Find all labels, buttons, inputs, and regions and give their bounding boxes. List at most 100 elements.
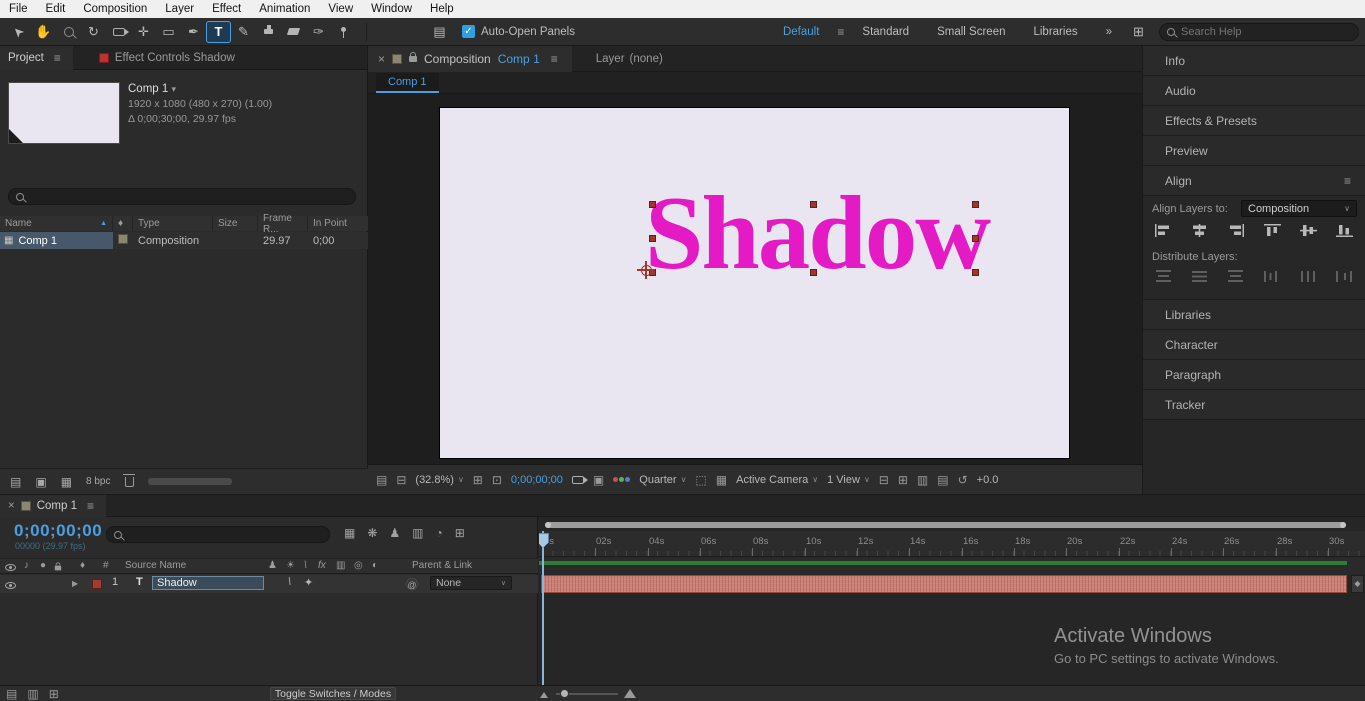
menu-animation[interactable]: Animation — [250, 3, 319, 15]
selection-tool[interactable]: ➤ — [6, 21, 31, 43]
timeline-button-icon[interactable]: ▥ — [917, 473, 928, 487]
timeline-panel-menu-icon[interactable]: ≡ — [83, 499, 98, 513]
column-frame-rate[interactable]: Frame R... — [258, 213, 308, 235]
adjustment-switch-icon[interactable]: ◐ — [372, 560, 378, 571]
layer-quality-icon[interactable]: \ — [288, 576, 291, 588]
comp-name-header[interactable]: Comp 1 ▾ — [128, 82, 272, 97]
draft-3d-icon[interactable]: ❋ — [367, 526, 377, 540]
delete-icon[interactable] — [123, 473, 135, 487]
motion-blur-switch-icon[interactable]: ◎ — [354, 560, 363, 571]
always-preview-icon[interactable]: ▤ — [376, 473, 387, 487]
tab-effect-controls[interactable]: Effect Controls Shadow — [91, 46, 243, 70]
quality-switch-icon[interactable]: \ — [304, 560, 307, 571]
comp-marker-bin[interactable]: ◆ — [1351, 575, 1364, 593]
primary-viewer-icon[interactable]: ⊟ — [396, 473, 406, 487]
region-of-interest-icon[interactable]: ⬚ — [695, 473, 706, 487]
align-panel-menu-icon[interactable]: ≡ — [1340, 174, 1355, 188]
layer-expander-icon[interactable]: ▶ — [72, 579, 78, 588]
workspace-default[interactable]: Default — [769, 26, 833, 38]
project-horizontal-scrollbar[interactable] — [147, 478, 232, 485]
mask-visibility-icon[interactable]: ⊡ — [492, 473, 502, 487]
layer-collapse-icon[interactable]: ✦ — [304, 576, 313, 589]
magnification-dropdown[interactable]: (32.8%) ∨ — [415, 474, 463, 486]
audio-column-icon[interactable]: ♪ — [24, 560, 29, 571]
close-tab-icon[interactable]: × — [8, 500, 15, 512]
subtab-comp1[interactable]: Comp 1 — [376, 73, 439, 93]
flowchart-icon[interactable]: ▤ — [937, 473, 948, 487]
workspace-overflow-icon[interactable]: » — [1092, 26, 1126, 38]
column-name[interactable]: Name ▲ — [0, 216, 113, 231]
snapshot-icon[interactable] — [571, 475, 588, 484]
column-label-color[interactable]: ♦ — [113, 216, 133, 231]
panel-align[interactable]: Align ≡ — [1143, 166, 1365, 196]
panel-preview[interactable]: Preview — [1143, 136, 1365, 166]
video-column-icon[interactable] — [5, 563, 16, 574]
align-left-icon[interactable] — [1155, 224, 1172, 237]
composition-canvas[interactable]: Shadow — [440, 108, 1069, 458]
handle-bottom-center[interactable] — [810, 269, 817, 276]
transparency-grid-icon[interactable]: ▦ — [716, 473, 727, 487]
panel-character[interactable]: Character — [1143, 330, 1365, 360]
handle-top-right[interactable] — [972, 201, 979, 208]
menu-composition[interactable]: Composition — [74, 3, 156, 15]
layer-name-box[interactable]: Shadow — [152, 576, 264, 590]
puppet-pin-tool[interactable] — [331, 21, 356, 43]
type-tool[interactable]: T — [206, 20, 231, 43]
parent-link-column[interactable]: Parent & Link — [412, 560, 472, 571]
grid-guides-icon[interactable]: ⊞ — [473, 473, 483, 487]
eraser-tool[interactable] — [281, 21, 306, 43]
handle-middle-right[interactable] — [972, 235, 979, 242]
effects-switch-icon[interactable]: fx — [318, 560, 326, 571]
timeline-search-input[interactable] — [128, 528, 278, 541]
panel-info[interactable]: Info — [1143, 46, 1365, 76]
align-bottom-icon[interactable] — [1335, 224, 1353, 237]
timeline-zoom-slider-knob[interactable] — [560, 689, 569, 698]
distribute-right-icon[interactable] — [1335, 270, 1353, 283]
layer-row-shadow[interactable]: ▶ 1 T Shadow \ ✦ @ None ∨ — [0, 575, 538, 593]
workspace-small-screen[interactable]: Small Screen — [923, 26, 1019, 38]
label-column-icon[interactable]: ♦ — [80, 560, 85, 571]
panel-effects-presets[interactable]: Effects & Presets — [1143, 106, 1365, 136]
menu-file[interactable]: File — [0, 3, 37, 15]
view-layout-dropdown[interactable]: 1 View ∨ — [827, 474, 870, 486]
text-layer-shadow[interactable]: Shadow — [645, 180, 991, 285]
align-vertical-center-icon[interactable] — [1299, 224, 1317, 237]
time-ruler[interactable]: 0s 02s 04s 06s 08s 10s 12s 14s 16s 18s 2… — [539, 531, 1365, 557]
tab-layer[interactable]: Layer (none) — [588, 47, 671, 71]
workspace-panel-icon[interactable]: ▤ — [427, 21, 452, 43]
project-row-comp1[interactable]: ▦ Comp 1 Composition 29.97 0;00 — [0, 232, 368, 249]
menu-window[interactable]: Window — [362, 3, 421, 15]
channel-colors-icon[interactable] — [613, 477, 631, 482]
frame-blending-icon[interactable]: ▥ — [412, 526, 423, 540]
exposure-value[interactable]: +0.0 — [977, 474, 999, 486]
hide-shy-layers-icon[interactable]: ♟ — [389, 526, 400, 540]
align-right-icon[interactable] — [1227, 224, 1245, 237]
roto-brush-tool[interactable]: ✑ — [306, 21, 331, 43]
brush-tool[interactable]: ✎ — [231, 21, 256, 43]
handle-middle-left[interactable] — [649, 235, 656, 242]
timeline-tab-comp1[interactable]: × Comp 1 ≡ — [0, 494, 107, 517]
column-type[interactable]: Type — [133, 216, 213, 231]
distribute-horizontal-center-icon[interactable] — [1300, 270, 1317, 283]
menu-effect[interactable]: Effect — [203, 3, 250, 15]
workspace-default-menu-icon[interactable]: ≡ — [833, 25, 848, 39]
source-name-column[interactable]: Source Name — [125, 560, 186, 571]
project-row-name-cell[interactable]: ▦ Comp 1 — [0, 232, 113, 249]
distribute-bottom-icon[interactable] — [1227, 270, 1244, 283]
handle-top-center[interactable] — [810, 201, 817, 208]
graph-editor-icon[interactable]: ⊞ — [455, 526, 465, 540]
auto-open-panels-control[interactable]: ✓ Auto-Open Panels — [462, 25, 575, 38]
project-panel-menu-icon[interactable]: ≡ — [50, 51, 65, 65]
zoom-tool[interactable] — [56, 21, 81, 43]
lock-column-icon[interactable] — [54, 562, 62, 574]
parent-link-dropdown[interactable]: None ∨ — [430, 576, 512, 590]
zoom-out-to-comp-icon[interactable] — [540, 692, 548, 698]
distribute-left-icon[interactable] — [1263, 270, 1281, 283]
layer-duration-bar[interactable] — [541, 575, 1347, 593]
project-search-input[interactable] — [30, 190, 180, 203]
pixel-aspect-icon[interactable]: ⊟ — [879, 473, 889, 487]
layer-label-color[interactable] — [92, 579, 102, 592]
resolution-dropdown[interactable]: Quarter ∨ — [639, 474, 686, 486]
pen-tool[interactable]: ✒ — [181, 21, 206, 43]
tab-project[interactable]: Project ≡ — [0, 45, 73, 70]
